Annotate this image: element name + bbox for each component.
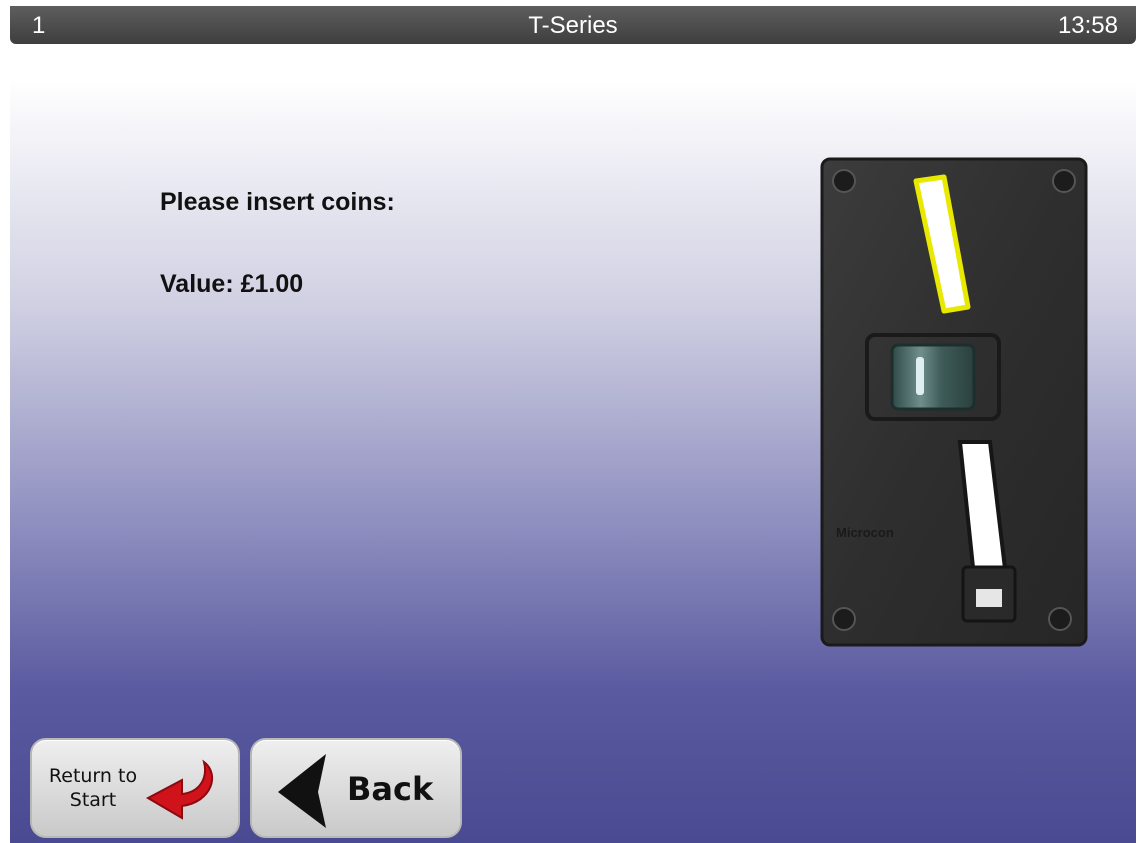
value-display: Value: £1.00 bbox=[160, 270, 304, 298]
back-button[interactable]: Back bbox=[250, 738, 462, 838]
back-label: Back bbox=[347, 770, 434, 808]
insert-coins-prompt: Please insert coins: bbox=[160, 188, 395, 216]
status-title: T-Series bbox=[528, 12, 618, 39]
return-to-start-label: Return to Start bbox=[48, 765, 138, 811]
return-to-start-button[interactable]: Return to Start bbox=[30, 738, 240, 838]
red-curved-arrow-icon bbox=[145, 759, 214, 820]
coin-mechanism-image: Microcon bbox=[820, 157, 1088, 647]
status-clock: 13:58 bbox=[1057, 12, 1118, 39]
status-bar: 1 T-Series 13:58 bbox=[10, 6, 1136, 44]
black-left-arrow-icon bbox=[278, 754, 326, 828]
main-panel: Please insert coins: Value: £1.00 Microc… bbox=[10, 80, 1136, 843]
svg-text:Microcon: Microcon bbox=[836, 525, 894, 540]
